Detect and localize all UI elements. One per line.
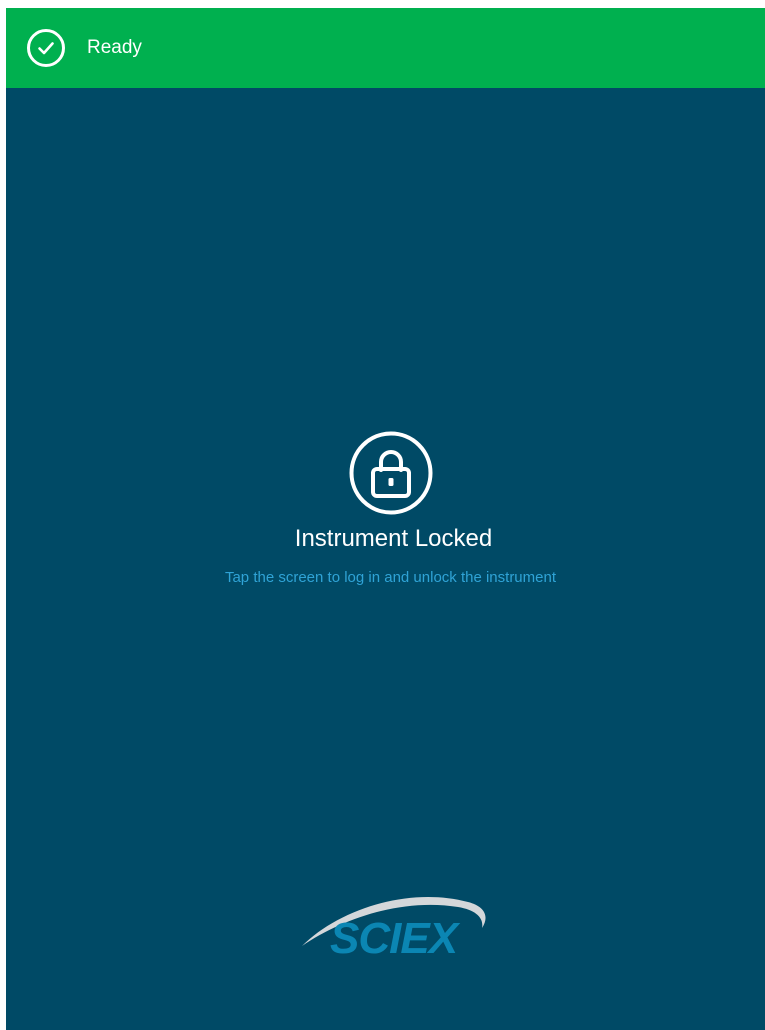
lock-screen-tap-area[interactable]: Instrument Locked Tap the screen to log … (6, 88, 765, 1030)
sciex-logo: SCIEX (302, 896, 486, 960)
status-text: Ready (87, 37, 142, 58)
status-bar: Ready (6, 8, 765, 88)
app-frame: Ready Instrument Locked Tap the screen t… (6, 8, 765, 1030)
check-circle-icon (27, 29, 65, 67)
padlock-icon (349, 431, 433, 515)
svg-text:SCIEX: SCIEX (330, 914, 461, 960)
unlock-hint: Tap the screen to log in and unlock the … (224, 569, 557, 586)
lock-title: Instrument Locked (294, 525, 493, 552)
